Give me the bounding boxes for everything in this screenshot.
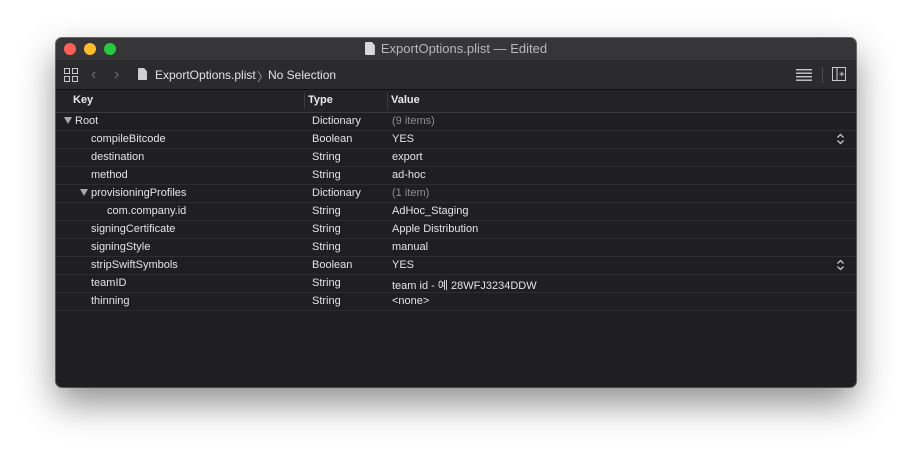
window-title-text: ExportOptions.plist — Edited <box>380 41 548 56</box>
plist-value[interactable]: YES <box>392 133 414 145</box>
column-header-key[interactable]: Key <box>73 94 93 106</box>
plist-type[interactable]: String <box>312 277 341 289</box>
plist-type[interactable]: Boolean <box>312 259 352 271</box>
plist-key[interactable]: com.company.id <box>107 205 186 217</box>
plist-row[interactable]: compileBitcode Boolean YES <box>56 131 856 149</box>
plist-type[interactable]: String <box>312 205 341 217</box>
title-bar: ExportOptions.plist — Edited <box>56 38 856 61</box>
plist-key[interactable]: signingStyle <box>91 241 150 253</box>
plist-key[interactable]: signingCertificate <box>91 223 175 235</box>
plist-key[interactable]: destination <box>91 151 144 163</box>
plist-key[interactable]: method <box>91 169 128 181</box>
plist-row[interactable]: signingStyle String manual <box>56 239 856 257</box>
disclosure-triangle-icon[interactable] <box>64 117 72 124</box>
plist-type[interactable]: String <box>312 241 341 253</box>
value-popup-chevrons-icon[interactable] <box>836 259 845 271</box>
document-icon <box>364 42 375 55</box>
plist-row[interactable]: method String ad-hoc <box>56 167 856 185</box>
breadcrumb-file[interactable]: ExportOptions.plist <box>155 68 256 82</box>
plist-value[interactable]: (9 items) <box>392 115 435 127</box>
disclosure-triangle-icon[interactable] <box>80 189 88 196</box>
plist-editor-window: ExportOptions.plist — Edited ‹ › ExportO… <box>56 38 856 387</box>
value-popup-chevrons-icon[interactable] <box>836 133 845 145</box>
plist-value[interactable]: team id - 예 28WFJ3234DDW <box>392 277 537 293</box>
plist-value[interactable]: AdHoc_Staging <box>392 205 468 217</box>
plist-file-icon <box>138 68 147 80</box>
plist-key[interactable]: provisioningProfiles <box>91 187 186 199</box>
window-title: ExportOptions.plist — Edited <box>56 41 856 56</box>
editor-toolbar: ‹ › ExportOptions.plist 〉 No Selection <box>56 61 856 90</box>
plist-type[interactable]: String <box>312 151 341 163</box>
column-divider[interactable] <box>304 93 305 109</box>
plist-key[interactable]: thinning <box>91 295 130 307</box>
column-header-value[interactable]: Value <box>391 94 420 106</box>
plist-value[interactable]: manual <box>392 241 428 253</box>
breadcrumb-selection[interactable]: No Selection <box>268 68 336 82</box>
go-forward-chevron-icon[interactable]: › <box>114 66 119 84</box>
plist-type[interactable]: Dictionary <box>312 187 361 199</box>
plist-type[interactable]: String <box>312 223 341 235</box>
plist-value[interactable]: Apple Distribution <box>392 223 478 235</box>
related-items-grid-icon[interactable] <box>64 68 78 82</box>
plist-type[interactable]: String <box>312 169 341 181</box>
plist-type[interactable]: String <box>312 295 341 307</box>
plist-key[interactable]: stripSwiftSymbols <box>91 259 178 271</box>
column-header: Key Type Value <box>56 90 856 113</box>
plist-rows: Root Dictionary (9 items) compileBitcode Boo… <box>56 113 856 311</box>
plist-row[interactable]: destination String export <box>56 149 856 167</box>
toolbar-divider <box>822 67 823 83</box>
plist-value[interactable]: <none> <box>392 295 429 307</box>
go-back-chevron-icon[interactable]: ‹ <box>91 66 96 84</box>
plist-row[interactable]: Root Dictionary (9 items) <box>56 113 856 131</box>
editor-options-lines-icon[interactable] <box>796 69 812 81</box>
plist-key[interactable]: compileBitcode <box>91 133 166 145</box>
add-editor-panel-icon[interactable] <box>832 67 846 81</box>
plist-row[interactable]: signingCertificate String Apple Distributi… <box>56 221 856 239</box>
plist-value[interactable]: export <box>392 151 423 163</box>
plist-type[interactable]: Dictionary <box>312 115 361 127</box>
plist-row[interactable]: provisioningProfiles Dictionary (1 item) <box>56 185 856 203</box>
plist-key[interactable]: Root <box>75 115 98 127</box>
column-header-type[interactable]: Type <box>308 94 333 106</box>
plist-type[interactable]: Boolean <box>312 133 352 145</box>
plist-key[interactable]: teamID <box>91 277 126 289</box>
column-divider[interactable] <box>387 93 388 109</box>
plist-value[interactable]: YES <box>392 259 414 271</box>
plist-value[interactable]: ad-hoc <box>392 169 426 181</box>
plist-row[interactable]: com.company.id String AdHoc_Staging <box>56 203 856 221</box>
plist-row[interactable]: stripSwiftSymbols Boolean YES <box>56 257 856 275</box>
plist-row[interactable]: teamID String team id - 예 28WFJ3234DDW <box>56 275 856 293</box>
plist-value[interactable]: (1 item) <box>392 187 429 199</box>
plist-row[interactable]: thinning String <none> <box>56 293 856 311</box>
